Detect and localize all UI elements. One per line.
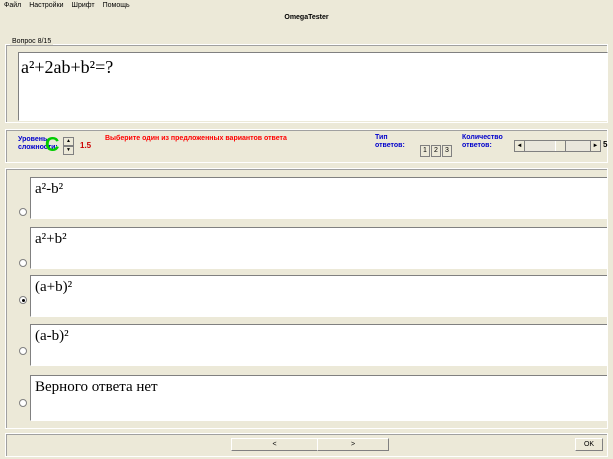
answer-radio-2[interactable] [19, 259, 27, 267]
answer-option-4[interactable]: (a-b)² [30, 324, 607, 366]
answer-option-5[interactable]: Верного ответа нет [30, 375, 607, 421]
difficulty-spinner[interactable]: ▲ ▼ [63, 137, 74, 155]
menu-bar: Файл Настройки Шрифт Помощь [0, 0, 613, 14]
answer-count-label: Количество ответов: [462, 134, 503, 150]
answer-radio-1[interactable] [19, 208, 27, 216]
difficulty-grade: C [45, 134, 60, 156]
answer-type-2-button[interactable]: 2 [431, 145, 441, 157]
answer-text-2: a²+b² [35, 231, 67, 247]
answer-type-1-button[interactable]: 1 [420, 145, 430, 157]
difficulty-value: 1.5 [80, 141, 92, 150]
menu-file[interactable]: Файл [0, 0, 25, 9]
answer-count-label-line2: ответов: [462, 142, 492, 149]
slider-thumb[interactable] [555, 141, 566, 151]
spin-up-button[interactable]: ▲ [63, 137, 74, 146]
answer-radio-5[interactable] [19, 399, 27, 407]
slider-right-arrow-icon[interactable]: ► [590, 141, 600, 151]
slider-left-arrow-icon[interactable]: ◄ [515, 141, 525, 151]
next-button[interactable]: > [317, 438, 389, 451]
menu-help[interactable]: Помощь [99, 0, 134, 9]
answer-count-value: 5 [603, 140, 608, 149]
answer-type-label-line1: Тип [375, 134, 388, 141]
prev-button[interactable]: < [231, 438, 318, 451]
answer-text-4: (a-b)² [35, 328, 69, 344]
ok-button[interactable]: OK [575, 438, 603, 451]
answer-radio-4[interactable] [19, 347, 27, 355]
window-title: OmegaTester [284, 14, 329, 21]
answer-option-1[interactable]: a²-b² [30, 177, 607, 219]
answer-type-label-line2: ответов: [375, 142, 405, 149]
menu-settings[interactable]: Настройки [25, 0, 67, 9]
answer-text-5: Верного ответа нет [35, 379, 158, 395]
answer-option-2[interactable]: a²+b² [30, 227, 607, 269]
spin-down-button[interactable]: ▼ [63, 146, 74, 155]
answer-count-label-line1: Количество [462, 134, 503, 141]
answer-type-label: Тип ответов: [375, 134, 405, 150]
answer-option-3[interactable]: (a+b)² [30, 275, 607, 317]
answer-text-1: a²-b² [35, 181, 64, 197]
answer-text-3: (a+b)² [35, 279, 73, 295]
answer-type-buttons: 123 [420, 139, 453, 157]
answer-radio-3[interactable] [19, 296, 27, 304]
menu-font[interactable]: Шрифт [68, 0, 99, 9]
answer-count-slider[interactable]: ◄ ► [514, 140, 601, 152]
question-text: a²+2ab+b²=? [21, 57, 114, 77]
answer-type-3-button[interactable]: 3 [442, 145, 452, 157]
instruction-text: Выберите один из предложенных вариантов … [105, 135, 287, 142]
question-counter: Вопрос 8/15 [10, 38, 54, 45]
